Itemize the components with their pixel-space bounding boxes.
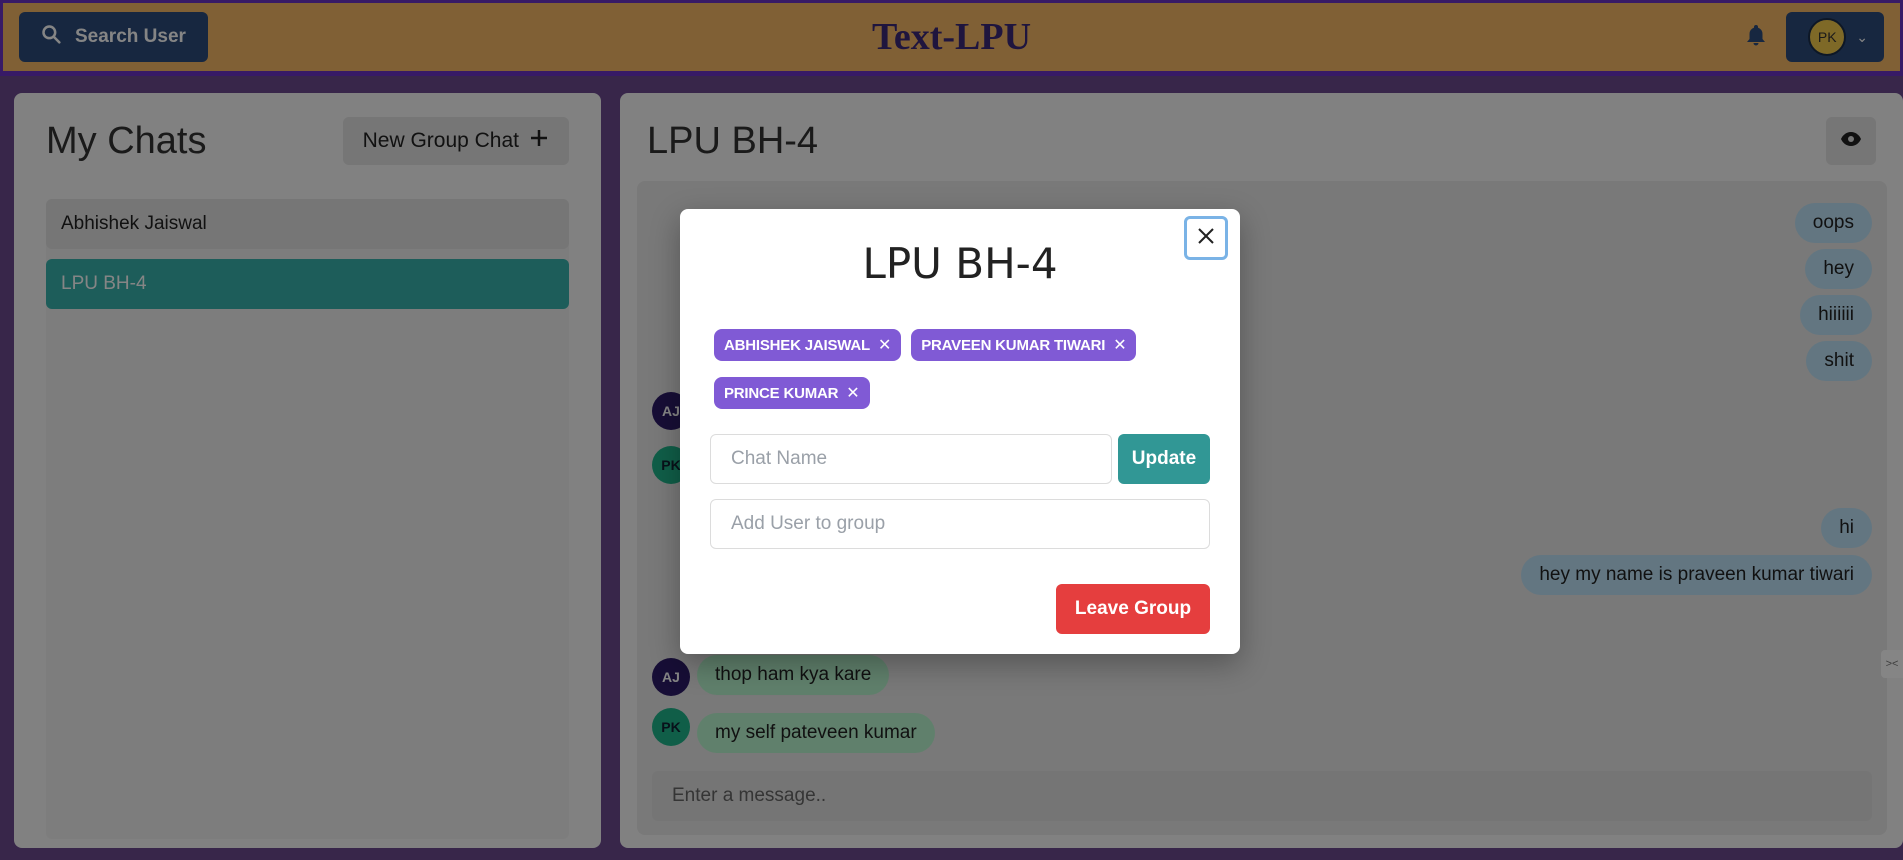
- x-icon[interactable]: ✕: [878, 335, 891, 355]
- update-button[interactable]: Update: [1118, 434, 1210, 484]
- modal-title: LPU BH-4: [862, 239, 1058, 288]
- chat-name-input[interactable]: Chat Name: [710, 434, 1112, 484]
- member-name: PRAVEEN KUMAR TIWARI: [921, 336, 1106, 354]
- member-name: ABHISHEK JAISWAL: [724, 336, 870, 354]
- leave-group-button[interactable]: Leave Group: [1056, 584, 1210, 634]
- x-icon[interactable]: ✕: [1113, 335, 1126, 355]
- group-settings-modal: LPU BH-4 ABHISHEK JAISWAL ✕ PRAVEEN KUMA…: [680, 209, 1240, 654]
- member-badge: PRAVEEN KUMAR TIWARI ✕: [911, 329, 1137, 361]
- x-icon[interactable]: ✕: [846, 383, 859, 403]
- close-icon: [1197, 227, 1215, 250]
- member-badge: ABHISHEK JAISWAL ✕: [714, 329, 902, 361]
- member-name: PRINCE KUMAR: [724, 384, 839, 402]
- add-user-input[interactable]: Add User to group: [710, 499, 1210, 549]
- member-badge: PRINCE KUMAR ✕: [714, 377, 870, 409]
- member-badges: ABHISHEK JAISWAL ✕ PRAVEEN KUMAR TIWARI …: [714, 329, 1214, 409]
- close-button[interactable]: [1184, 216, 1228, 260]
